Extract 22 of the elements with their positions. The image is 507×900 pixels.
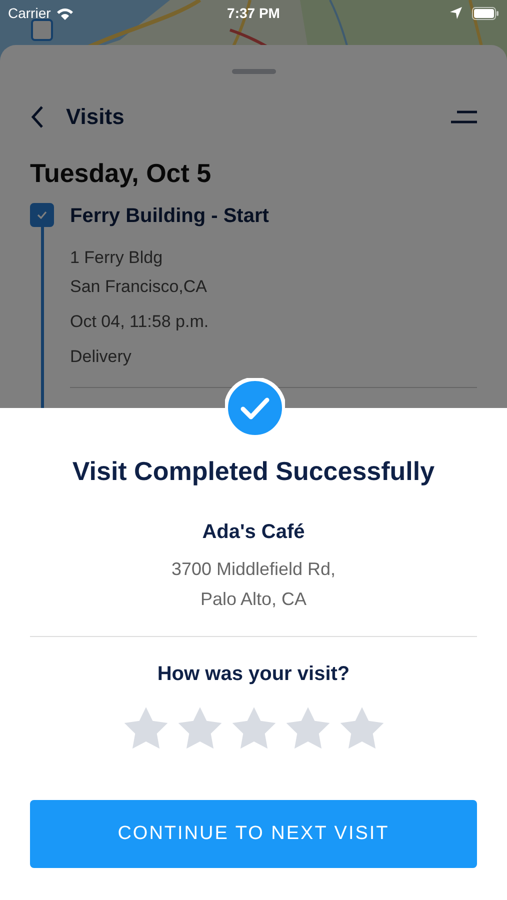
menu-icon[interactable]	[451, 110, 477, 124]
status-time: 7:37 PM	[226, 5, 281, 21]
visit-name[interactable]: Ferry Building - Start	[70, 203, 477, 229]
drag-handle[interactable]	[232, 69, 276, 74]
address-line: San Francisco,CA	[70, 276, 208, 298]
dialog-title: Visit Completed Successfully	[72, 456, 435, 487]
checkbox[interactable]	[30, 203, 54, 227]
back-icon[interactable]	[30, 105, 46, 129]
battery-icon	[472, 6, 500, 20]
date-heading: Tuesday, Oct 5	[30, 158, 212, 189]
rating-question: How was your visit?	[157, 663, 350, 686]
visit-time: Oct 04, 11:58 p.m.	[70, 311, 210, 333]
continue-button[interactable]: CONTINUE TO NEXT VISIT	[30, 800, 477, 868]
screen-title: Visits	[66, 104, 126, 130]
location-icon	[450, 7, 462, 19]
address-line: 3700 Middlefield Rd,	[171, 558, 336, 581]
wifi-icon	[56, 6, 74, 20]
carrier-label: Carrier	[8, 5, 51, 21]
place-name: Ada's Café	[202, 521, 305, 544]
visit-type: Delivery	[70, 346, 132, 368]
address-line: 1 Ferry Bldg	[70, 247, 164, 269]
address-line: Palo Alto, CA	[199, 588, 308, 611]
